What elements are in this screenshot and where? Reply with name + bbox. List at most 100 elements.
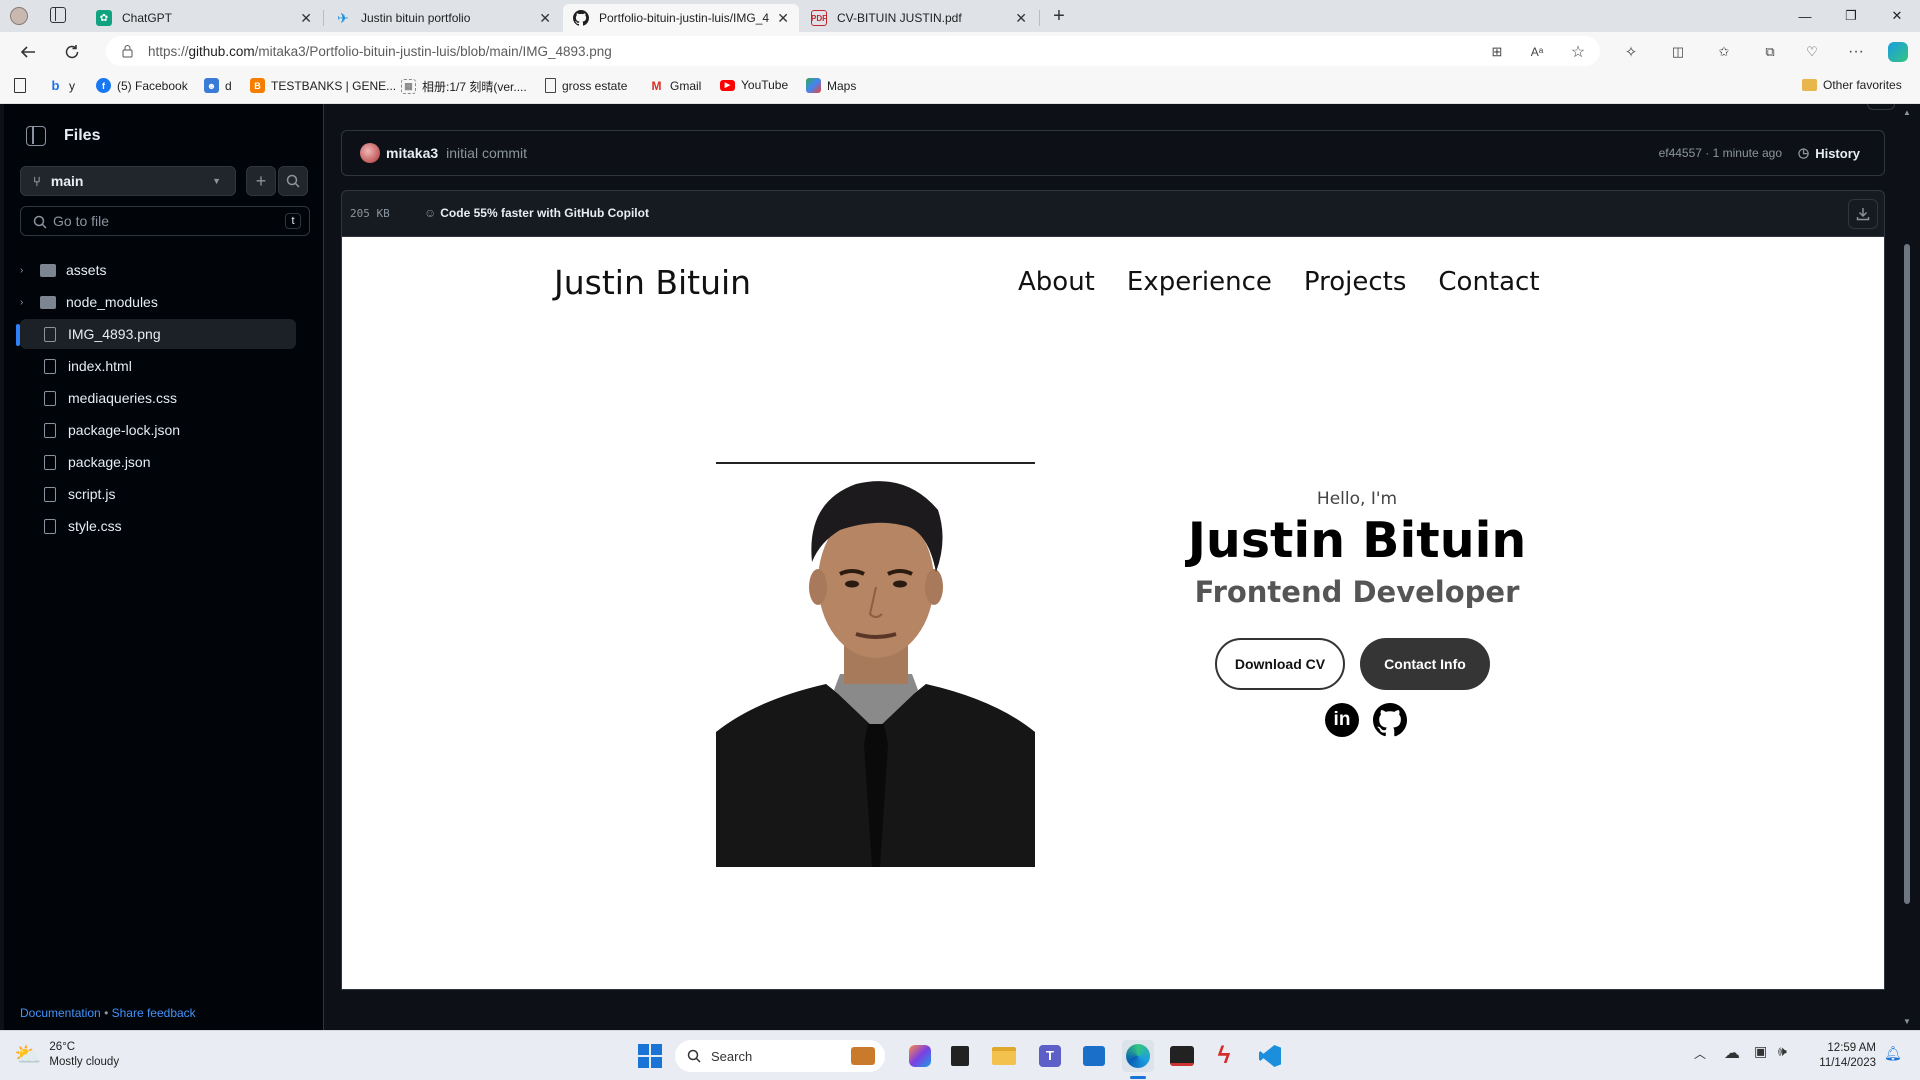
network-icon[interactable]: ▣	[1754, 1043, 1767, 1060]
commit-author[interactable]: mitaka3	[386, 145, 438, 161]
copilot-taskbar-icon[interactable]	[904, 1040, 936, 1072]
onedrive-icon[interactable]: ☁	[1724, 1043, 1740, 1063]
file-manager-icon[interactable]	[944, 1040, 976, 1072]
clock[interactable]: 12:59 AM 11/14/2023	[1806, 1041, 1876, 1071]
notification-bell-icon[interactable]: 🔔︎	[1884, 1045, 1902, 1062]
latest-commit-bar: mitaka3 initial commit ef44557 · 1 minut…	[341, 130, 1885, 176]
author-avatar[interactable]	[360, 143, 380, 163]
lock-icon[interactable]	[122, 44, 133, 58]
selected-indicator	[16, 324, 20, 346]
url-bar[interactable]: https://github.com/mitaka3/Portfolio-bit…	[106, 36, 1600, 66]
tree-folder-assets[interactable]: › assets	[20, 255, 296, 285]
volume-icon[interactable]: 🕪	[1778, 1043, 1787, 1060]
tab-chatgpt[interactable]: ✿ ChatGPT ✕	[86, 4, 322, 32]
start-icon[interactable]	[634, 1040, 666, 1072]
sidebar-title: Files	[64, 127, 101, 144]
favorite-page-icon[interactable]	[14, 78, 32, 93]
close-tab-icon[interactable]: ✕	[539, 10, 551, 27]
favorite-gmail[interactable]: M Gmail	[649, 78, 702, 93]
add-file-button[interactable]: +	[246, 166, 276, 196]
close-tab-icon[interactable]: ✕	[1015, 10, 1027, 27]
close-window-button[interactable]: ✕	[1874, 0, 1920, 32]
taskbar-search[interactable]: Search	[675, 1040, 885, 1072]
copilot-icon[interactable]	[1884, 38, 1912, 66]
tab-cv-pdf[interactable]: PDF CV-BITUIN JUSTIN.pdf ✕	[801, 4, 1037, 32]
file-explorer-icon[interactable]	[988, 1040, 1020, 1072]
favorite-star-icon[interactable]: ☆	[1564, 38, 1592, 66]
top-action-button[interactable]	[1867, 104, 1895, 110]
branch-selector[interactable]: ⑂ main ▼	[20, 166, 236, 196]
collapse-sidebar-icon[interactable]	[26, 126, 46, 146]
edge-icon[interactable]	[1122, 1040, 1154, 1072]
go-to-file-input[interactable]: Go to file t	[20, 206, 310, 236]
teams-icon[interactable]: T	[1034, 1040, 1066, 1072]
more-menu-icon[interactable]: ···	[1842, 38, 1870, 66]
shortcut-key: t	[285, 213, 301, 229]
history-button[interactable]: ◷ History	[1798, 145, 1860, 161]
profile-avatar[interactable]	[10, 7, 28, 25]
portfolio-role: Frontend Developer	[1194, 575, 1520, 609]
read-aloud-icon[interactable]: Aᵃ	[1523, 38, 1551, 66]
split-screen-icon[interactable]: ◫	[1664, 38, 1692, 66]
favorite-testbanks[interactable]: B TESTBANKS | GENE...	[250, 78, 396, 93]
linkedin-icon: in	[1325, 703, 1359, 737]
app-available-icon[interactable]: ⊞	[1483, 38, 1511, 66]
page-scrollbar[interactable]: ▲ ▼	[1895, 104, 1920, 1030]
tree-file-script-js[interactable]: script.js	[20, 479, 296, 509]
copilot-promo[interactable]: ☺ Code 55% faster with GitHub Copilot	[424, 206, 649, 220]
download-raw-button[interactable]	[1848, 199, 1878, 229]
youtube-icon: ▶	[720, 79, 735, 91]
folder-icon	[1802, 79, 1817, 91]
search-button[interactable]	[278, 166, 308, 196]
store-icon[interactable]	[1078, 1040, 1110, 1072]
favorite-bing[interactable]: by	[48, 78, 75, 93]
new-tab-button[interactable]: +	[1046, 4, 1072, 30]
favorite-gross-estate[interactable]: gross estate	[545, 78, 627, 93]
terminal-icon[interactable]	[1166, 1040, 1198, 1072]
tab-portfolio[interactable]: ✈ Justin bituin portfolio ✕	[325, 4, 561, 32]
favorite-d[interactable]: ☻ d	[204, 78, 232, 93]
nav-about: About	[1018, 267, 1095, 297]
share-feedback-link[interactable]: Share feedback	[112, 1006, 196, 1020]
other-favorites[interactable]: Other favorites	[1802, 78, 1902, 92]
favorite-youtube[interactable]: ▶ YouTube	[720, 78, 788, 92]
vscode-icon[interactable]	[1254, 1040, 1286, 1072]
reload-icon[interactable]	[58, 38, 86, 66]
commit-sha-time[interactable]: ef44557 · 1 minute ago	[1659, 146, 1782, 160]
weather-widget[interactable]: ⛅ 26°C Mostly cloudy	[14, 1040, 119, 1070]
back-icon[interactable]	[14, 38, 42, 66]
show-hidden-icons[interactable]: ︿	[1694, 1045, 1706, 1062]
tree-folder-node-modules[interactable]: › node_modules	[20, 287, 296, 317]
tree-file-package-json[interactable]: package.json	[20, 447, 296, 477]
tree-file-index-html[interactable]: index.html	[20, 351, 296, 381]
tree-file-img-4893[interactable]: IMG_4893.png	[16, 319, 296, 349]
image-preview: Justin Bituin About Experience Projects …	[341, 236, 1885, 990]
favorite-album[interactable]: ▦ 相册:1/7 刻晴(ver....	[401, 78, 527, 95]
file-icon	[44, 422, 56, 438]
clock-date: 11/14/2023	[1819, 1057, 1876, 1069]
collections-icon[interactable]: ⧉	[1756, 38, 1784, 66]
favorite-facebook[interactable]: f (5) Facebook	[96, 78, 188, 93]
close-tab-icon[interactable]: ✕	[300, 10, 312, 27]
portfolio-greeting: Hello, I'm	[1316, 489, 1398, 509]
minimize-button[interactable]: —	[1782, 0, 1828, 32]
performance-icon[interactable]: ♡	[1798, 38, 1826, 66]
tree-file-mediaqueries[interactable]: mediaqueries.css	[20, 383, 296, 413]
chatgpt-icon: ✿	[96, 10, 112, 26]
pdf-reader-icon[interactable]: ϟ	[1208, 1040, 1240, 1072]
tree-file-style-css[interactable]: style.css	[20, 511, 296, 541]
favorites-icon[interactable]: ✩	[1710, 38, 1738, 66]
extensions-icon[interactable]: ✧	[1617, 38, 1645, 66]
tab-github-active[interactable]: Portfolio-bituin-justin-luis/IMG_4 ✕	[563, 4, 799, 32]
commit-message[interactable]: initial commit	[446, 145, 527, 161]
scrollbar-thumb[interactable]	[1904, 244, 1910, 904]
documentation-link[interactable]: Documentation	[20, 1006, 101, 1020]
restore-button[interactable]: ❐	[1828, 0, 1874, 32]
tree-file-package-lock[interactable]: package-lock.json	[20, 415, 296, 445]
contact-info-button: Contact Info	[1360, 638, 1490, 690]
tab-actions-icon[interactable]	[50, 7, 66, 23]
favorite-maps[interactable]: Maps	[806, 78, 856, 93]
github-icon	[1373, 703, 1407, 737]
file-icon	[44, 518, 56, 534]
close-tab-icon[interactable]: ✕	[777, 10, 789, 27]
